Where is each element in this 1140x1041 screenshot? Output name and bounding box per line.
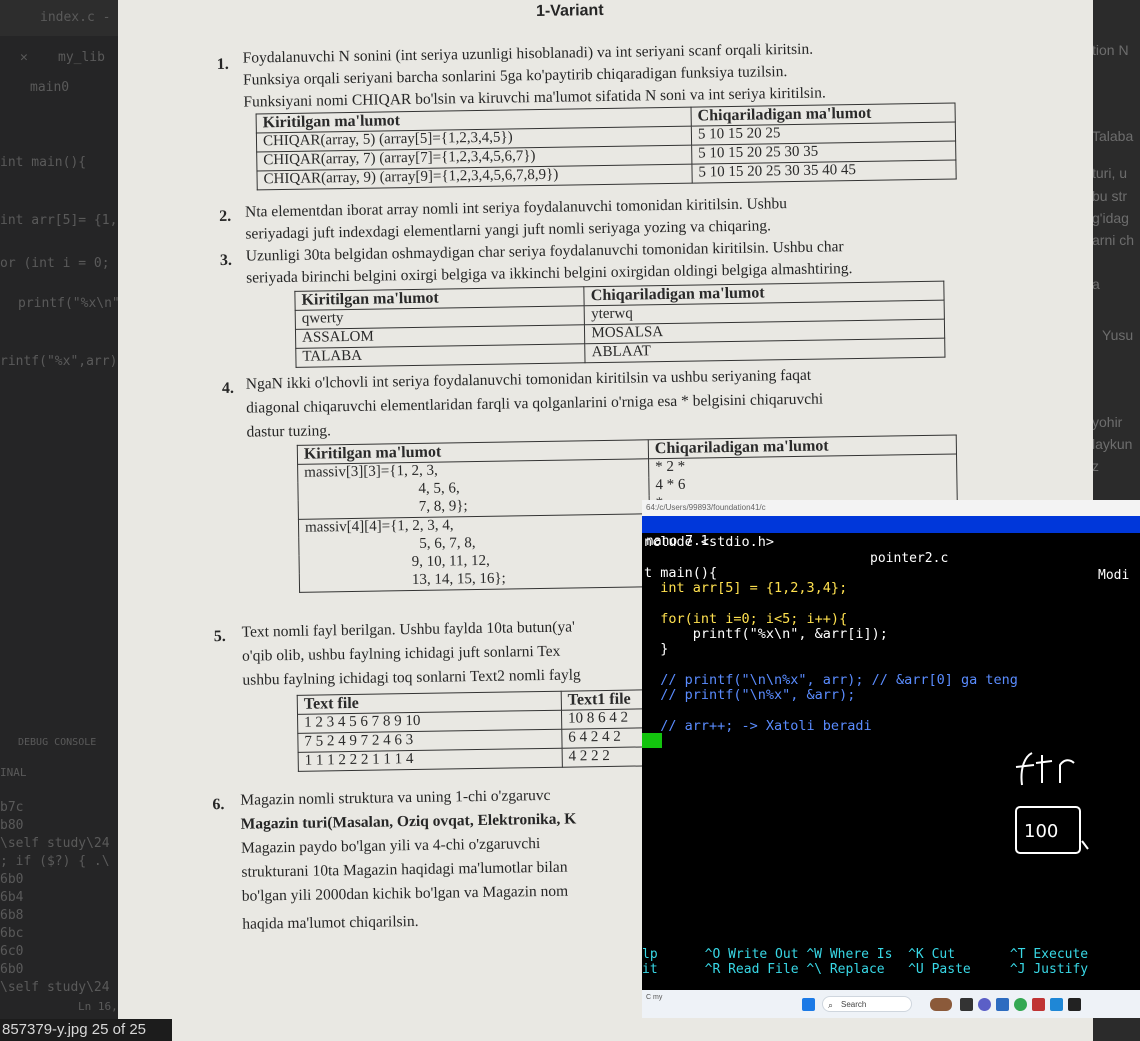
- question-5-line: ushbu faylning ichidagi toq sonlarni Tex…: [242, 666, 581, 689]
- close-icon: ✕: [20, 50, 28, 65]
- comment-line[interactable]: // printf("\n\n%x", arr); // &arr[0] ga …: [644, 672, 1018, 688]
- vscode-icon[interactable]: [1050, 998, 1063, 1011]
- code-line: printf("%x\n": [18, 296, 118, 311]
- comment-line[interactable]: // arr++; -> Xatoli beradi: [644, 718, 871, 734]
- code-line[interactable]: for(int i=0; i<5; i++){: [644, 611, 847, 627]
- handwritten-ptr-annotation: 100: [1015, 752, 1089, 854]
- question-5-line: Text nomli fayl berilgan. Ushbu faylda 1…: [241, 618, 575, 641]
- question-number: 5.: [213, 627, 226, 646]
- editor-tab-2: my_lib: [58, 50, 105, 65]
- question-number: 2.: [219, 207, 232, 226]
- nano-help-row-1[interactable]: lp ^O Write Out ^W Where Is ^K Cut ^T Ex…: [642, 947, 1088, 962]
- table-cell: 5 10 15 20 25 30 35 40 45: [691, 159, 957, 184]
- nano-header: nano 7.1 pointer2.c Modi: [642, 516, 1140, 583]
- terminal-title-bar[interactable]: 64:/c/Users/99893/foundation41/c: [642, 500, 1140, 516]
- taskbar-search[interactable]: ⌕ Search: [822, 996, 912, 1012]
- terminal-line: \self study\24: [0, 836, 110, 851]
- background-editor-left: index.c - 24 ✕ my_lib main0 int main(){ …: [0, 0, 118, 1041]
- code-line: or (int i = 0;: [0, 256, 110, 271]
- right-text: a: [1092, 276, 1100, 292]
- question-number: 1.: [216, 55, 229, 74]
- right-text: arni ch: [1092, 232, 1135, 248]
- image-viewer-status: 857379-y.jpg 25 of 25: [0, 1019, 172, 1041]
- terminal-line: 6bc: [0, 926, 24, 941]
- table-cell: 1 1 1 2 2 2 1 1 1 4: [298, 748, 563, 772]
- terminal-line: ; if ($?) { .\: [0, 854, 110, 869]
- code-line: rintf("%x",arr): [0, 354, 118, 369]
- terminal-line: 6b0: [0, 872, 24, 887]
- table-cell: TALABA: [295, 343, 586, 368]
- question-6-line: strukturani 10ta Magazin haqidagi ma'lum…: [241, 858, 568, 881]
- right-text: z: [1092, 458, 1099, 474]
- code-line[interactable]: printf("%x\n", &arr[i]);: [644, 626, 888, 642]
- question-number: 4.: [221, 379, 235, 398]
- task-view-icon[interactable]: [960, 998, 973, 1011]
- right-text: turi, u: [1092, 165, 1128, 181]
- question-6-line: Magazin nomli struktura va uning 1-chi o…: [240, 786, 551, 809]
- taskbar-left-text: C my: [646, 994, 663, 1001]
- nano-help-row-2[interactable]: it ^R Read File ^\ Replace ^U Paste ^J J…: [642, 962, 1088, 977]
- right-text: laykun: [1092, 436, 1133, 452]
- code-line: int arr[5]= {1,2: [0, 213, 118, 228]
- text-cursor: [642, 733, 662, 748]
- windows-start-icon[interactable]: [802, 998, 815, 1011]
- terminal-line: 6b4: [0, 890, 24, 905]
- terminal-icon[interactable]: [1068, 998, 1081, 1011]
- search-icon: ⌕: [828, 1000, 834, 1010]
- nano-modified: Modi: [1098, 568, 1130, 583]
- code-line[interactable]: t main(){: [644, 565, 717, 581]
- sheet-heading: 1-Variant: [535, 1, 604, 21]
- question-6-line: Magazin paydo bo'lgan yili va 4-chi o'zg…: [240, 835, 541, 857]
- code-line: int main(){: [0, 155, 87, 170]
- question-6-line: bo'lgan yili 2000dan kichik bo'lgan va M…: [241, 882, 569, 905]
- right-text: g'idag: [1092, 210, 1129, 226]
- question-3-table: Kiritilgan ma'lumot Chiqariladigan ma'lum…: [294, 281, 945, 368]
- terminal-window[interactable]: 64:/c/Users/99893/foundation41/c nano 7.…: [642, 500, 1140, 1018]
- right-text: tion N: [1092, 42, 1129, 58]
- terminal-line: b80: [0, 818, 24, 833]
- question-4-line: dastur tuzing.: [246, 422, 332, 441]
- right-text: Yusu: [1102, 327, 1134, 343]
- chat-icon[interactable]: [978, 998, 991, 1011]
- code-line[interactable]: }: [644, 641, 668, 657]
- question-number: 3.: [219, 251, 233, 270]
- terminal-line: 6b8: [0, 908, 24, 923]
- annotation-value: 100: [1024, 821, 1058, 842]
- right-text: yohir: [1092, 414, 1123, 430]
- taskbar-widget-icon[interactable]: [930, 998, 952, 1011]
- terminal-line: 6c0: [0, 944, 24, 959]
- editor-tab: index.c - 24: [40, 10, 118, 25]
- code-line[interactable]: int arr[5] = {1,2,3,4};: [644, 580, 847, 596]
- comment-line[interactable]: // printf("\n%x", &arr);: [644, 687, 855, 703]
- include-text: nclude <stdio.h>: [644, 534, 775, 550]
- taskbar-search-label: Search: [841, 1000, 867, 1009]
- nano-filename: pointer2.c: [870, 551, 949, 566]
- terminal-line: 6b0: [0, 962, 24, 977]
- editor-status-line: Ln 16,: [78, 1000, 118, 1013]
- question-6-line: Magazin turi(Masalan, Oziq ovqat, Elektr…: [240, 810, 577, 833]
- question-5-line: o'qib olib, ushbu faylning ichidagi juft…: [241, 642, 561, 665]
- question-4-line: diagonal chiqaruvchi elementlaridan farq…: [246, 390, 824, 417]
- debug-console-tab: DEBUG CONSOLE: [18, 737, 97, 748]
- terminal-tab: INAL: [0, 766, 27, 779]
- right-text: bu str: [1092, 188, 1128, 204]
- question-6-line: haqida ma'lumot chiqarilsin.: [242, 912, 419, 933]
- windows-taskbar: C my ⌕ Search: [642, 990, 1140, 1018]
- right-text: Talaba: [1092, 128, 1134, 144]
- code-line[interactable]: nclude <stdio.h>: [644, 534, 774, 550]
- question-number: 6.: [212, 796, 225, 814]
- terminal-line: b7c: [0, 800, 24, 815]
- chrome-icon[interactable]: [1014, 998, 1027, 1011]
- terminal-line: \self study\24: [0, 980, 110, 995]
- file-explorer-icon[interactable]: [996, 998, 1009, 1011]
- branch-label: main0: [30, 80, 70, 95]
- app-icon[interactable]: [1032, 998, 1045, 1011]
- question-4-line: NgaN ikki o'lchovli int seriya foydalanu…: [245, 366, 812, 393]
- question-1-table: Kiritilgan ma'lumot Chiqariladigan ma'lum…: [256, 102, 957, 190]
